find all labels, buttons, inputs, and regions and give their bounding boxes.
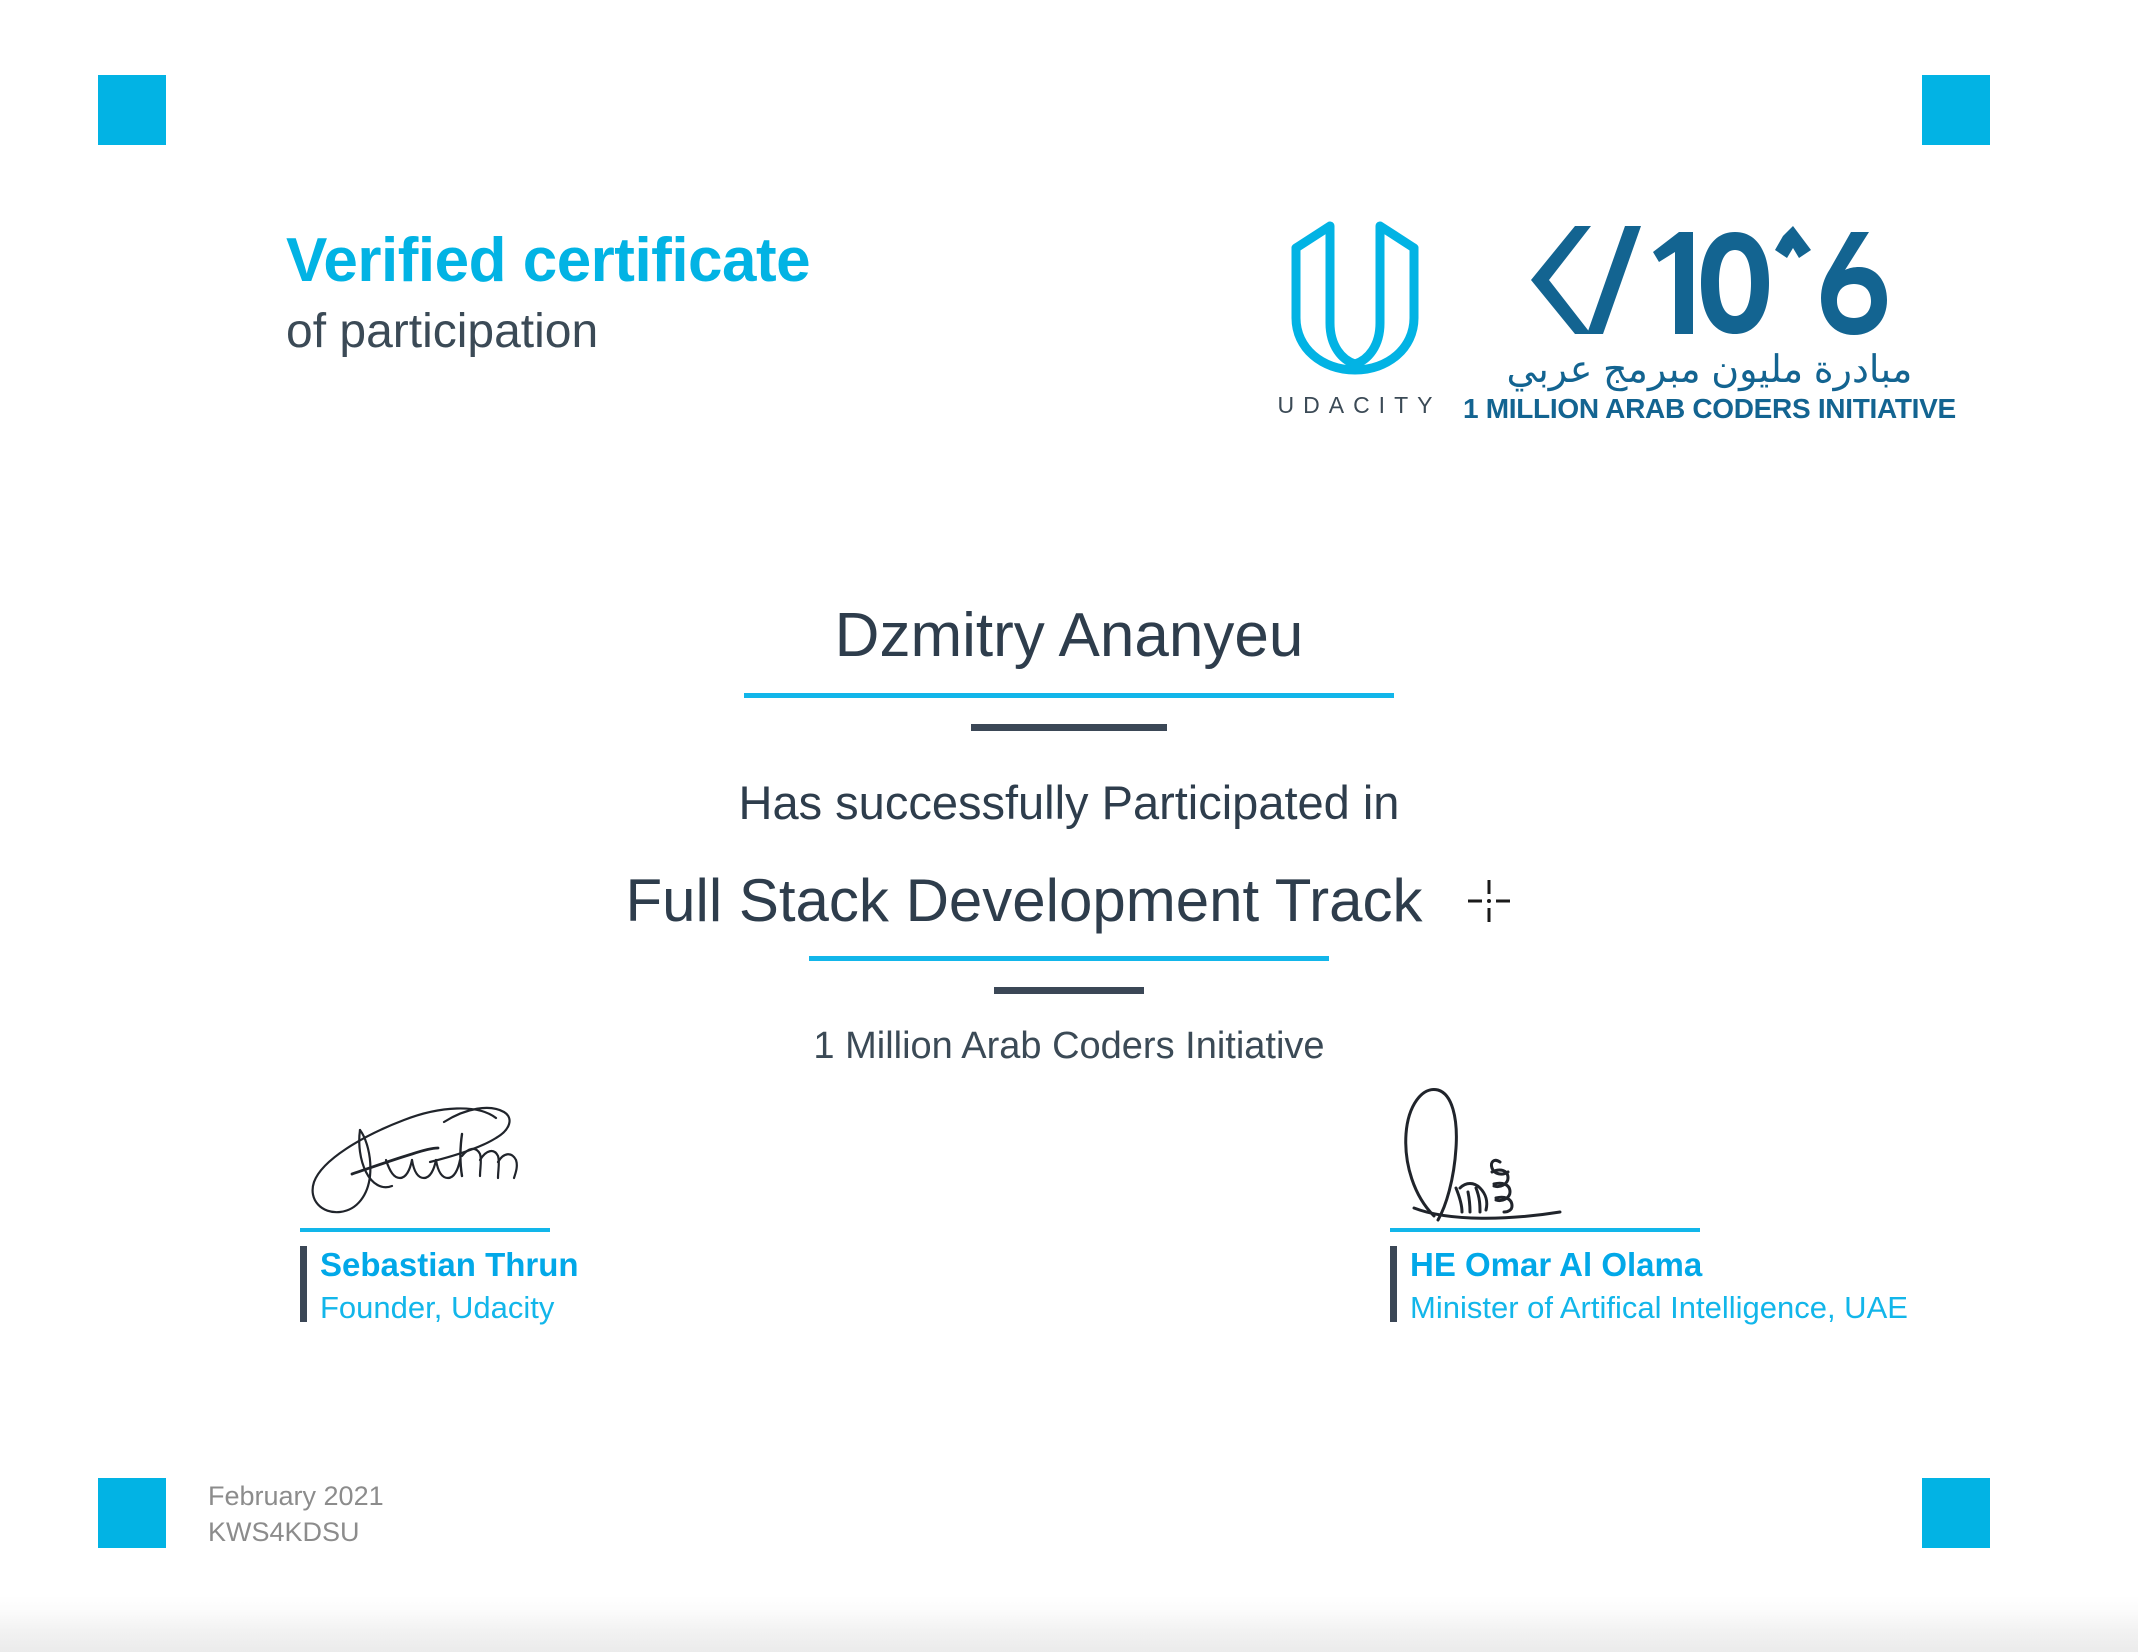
signatory-role: Minister of Artifical Intelligence, UAE — [1410, 1290, 1908, 1326]
omar-al-olama-signature-icon — [1404, 1088, 1562, 1222]
signatory-role: Founder, Udacity — [320, 1290, 555, 1326]
corner-square-bottom-left — [98, 1478, 166, 1548]
track-name-divider — [994, 986, 1144, 994]
arab-coders-logo-block: مبادرة مليون مبرمج عربي 1 MILLION ARAB C… — [1463, 218, 1956, 423]
arab-coders-english-label: 1 MILLION ARAB CODERS INITIATIVE — [1463, 393, 1956, 424]
certificate-body: Dzmitry Ananyeu Has successfully Partici… — [0, 600, 2138, 1069]
page-bottom-edge — [0, 1596, 2138, 1652]
signature-text: HE Omar Al Olama Minister of Artifical I… — [1390, 1244, 1910, 1328]
corner-square-top-left — [98, 75, 166, 145]
recipient-name-underline — [744, 693, 1394, 699]
signature-text: Sebastian Thrun Founder, Udacity — [300, 1244, 820, 1328]
page-subtitle: of participation — [286, 305, 599, 359]
page-title: Verified certificate — [286, 226, 811, 295]
crosshair-registration-mark-icon — [1468, 879, 1511, 922]
participation-line: Has successfully Participated in — [738, 776, 1400, 830]
track-row: Full Stack Development Track — [0, 866, 2138, 934]
certificate-header: Verified certificate of participation — [286, 226, 811, 359]
signatory-name: HE Omar Al Olama — [1410, 1246, 1703, 1283]
recipient-name: Dzmitry Ananyeu — [834, 601, 1304, 670]
udacity-u-logo-icon — [1291, 221, 1419, 375]
signature-rule — [300, 1228, 550, 1232]
signature-image-wrap — [1390, 1080, 1910, 1228]
certificate-page: Verified certificate of participation UD… — [0, 0, 2138, 1652]
certificate-footer: February 2021 KWS4KDSU — [208, 1479, 384, 1550]
signature-block-omar-al-olama: HE Omar Al Olama Minister of Artifical I… — [1390, 1080, 1910, 1328]
ten-to-the-sixth-logo-icon — [1531, 226, 1888, 335]
sebastian-thrun-signature-icon — [311, 1106, 518, 1214]
corner-square-top-right — [1922, 75, 1990, 145]
signature-accent-bar — [300, 1246, 307, 1322]
track-name: Full Stack Development Track — [625, 866, 1423, 934]
recipient-name-divider — [971, 724, 1167, 732]
program-name: 1 Million Arab Coders Initiative — [813, 1024, 1325, 1067]
certificate-id: KWS4KDSU — [208, 1516, 360, 1547]
udacity-wordmark: UDACITY — [1277, 392, 1442, 418]
track-name-underline — [809, 955, 1329, 961]
signature-image-wrap — [300, 1098, 820, 1228]
issue-date: February 2021 — [208, 1481, 384, 1511]
logo-lockup: UDACITY مبادرة مليون مبرمج عربي 1 MILLIO… — [1265, 218, 1956, 423]
corner-square-bottom-right — [1922, 1478, 1990, 1548]
signature-rule — [1390, 1228, 1700, 1232]
udacity-logo-block: UDACITY — [1265, 218, 1445, 419]
signatory-name: Sebastian Thrun — [320, 1246, 579, 1283]
arab-coders-arabic-label: مبادرة مليون مبرمج عربي — [1506, 349, 1913, 391]
signature-block-sebastian-thrun: Sebastian Thrun Founder, Udacity — [300, 1098, 820, 1328]
signature-accent-bar — [1390, 1246, 1397, 1322]
